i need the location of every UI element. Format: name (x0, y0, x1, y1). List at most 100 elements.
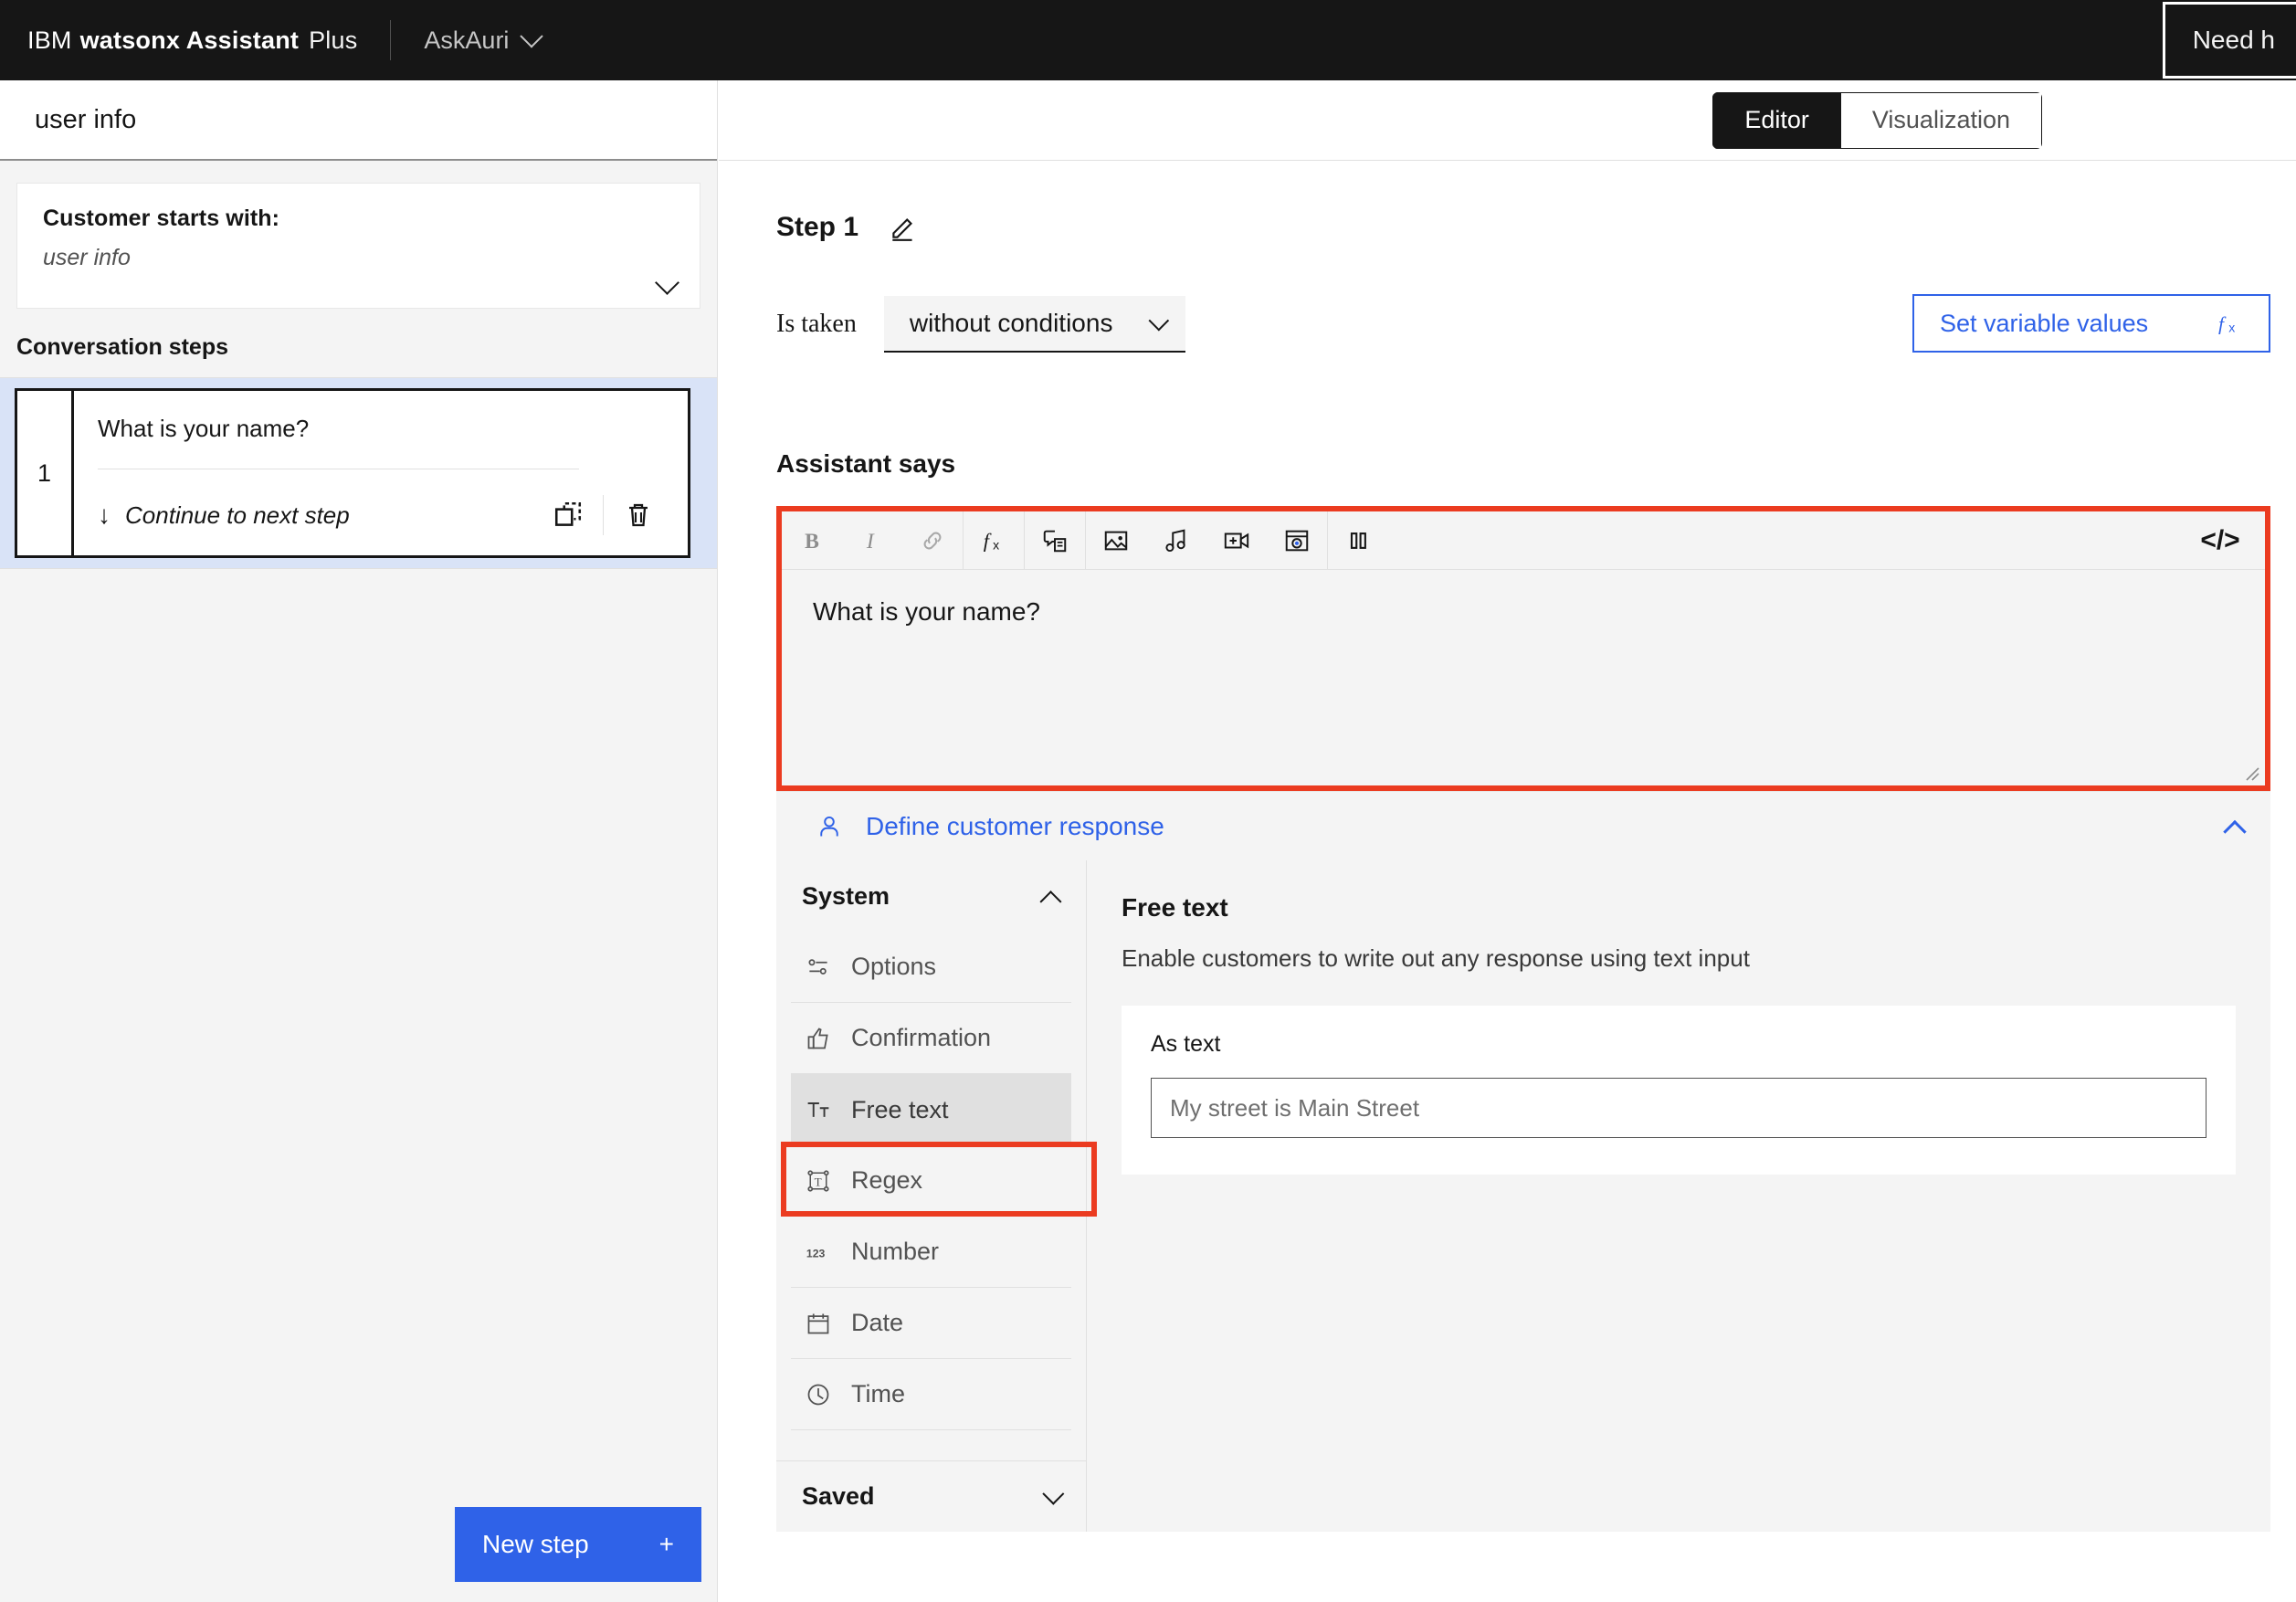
customer-starts-card[interactable]: Customer starts with: user info (16, 183, 700, 309)
code-view-icon[interactable]: </> (2190, 511, 2250, 570)
pause-icon[interactable] (1328, 511, 1388, 570)
new-step-label: New step (482, 1530, 589, 1558)
response-type-time[interactable]: Time (791, 1359, 1071, 1430)
regex-icon: T (806, 1168, 831, 1194)
user-icon (816, 813, 842, 840)
saved-group-label: Saved (802, 1482, 875, 1510)
calendar-icon (806, 1311, 831, 1336)
response-type-options[interactable]: Options (791, 932, 1071, 1003)
page-title: Step 1 (776, 212, 859, 242)
customer-starts-value: user info (43, 245, 131, 270)
svg-text:x: x (993, 537, 999, 552)
new-step-container: New step + (0, 1507, 718, 1602)
condition-value: without conditions (909, 309, 1113, 337)
pencil-icon[interactable] (888, 212, 919, 243)
options-icon (806, 954, 831, 980)
step-actions (542, 490, 664, 541)
system-items: Options Confirmation Free text T Regex 1… (776, 932, 1086, 1460)
chevron-up-icon (1039, 890, 1062, 912)
header-divider (390, 20, 392, 60)
tab-editor[interactable]: Editor (1712, 91, 1841, 149)
step-footer: ↓ Continue to next step (98, 490, 664, 541)
svg-text:f: f (2218, 313, 2227, 335)
step-card-body: What is your name? ↓ Continue to next st… (74, 391, 688, 555)
product-name: watsonx Assistant (79, 26, 300, 54)
response-type-number[interactable]: 123 Number (791, 1217, 1071, 1288)
response-type-date[interactable]: Date (791, 1288, 1071, 1359)
svg-text:x: x (2228, 320, 2235, 334)
system-group-header[interactable]: System (776, 860, 1086, 932)
step-list-item-1[interactable]: 1 What is your name? ↓ Continue to next … (0, 378, 717, 569)
response-type-label: Date (851, 1309, 904, 1336)
image-icon[interactable] (1086, 511, 1146, 570)
new-step-button[interactable]: New step + (455, 1507, 701, 1582)
response-type-label: Confirmation (851, 1024, 992, 1051)
editor-visualization-toggle: Editor Visualization (1712, 91, 2042, 149)
audio-icon[interactable] (1146, 511, 1206, 570)
detail-title: Free text (1122, 893, 1228, 922)
need-help-button[interactable]: Need h (2162, 2, 2296, 79)
define-customer-response-link[interactable]: Define customer response (816, 812, 1164, 841)
step-number: 1 (17, 391, 74, 555)
as-text-card: As text My street is Main Street (1122, 1006, 2236, 1175)
set-variable-values-button[interactable]: Set variable values fx (1912, 294, 2270, 353)
detail-description: Enable customers to write out any respon… (1122, 944, 1750, 972)
step-header: Step 1 (776, 212, 2296, 243)
response-type-free-text[interactable]: Free text (791, 1074, 1071, 1145)
tab-visualization[interactable]: Visualization (1840, 91, 2042, 149)
chevron-down-icon[interactable] (655, 270, 679, 295)
assistant-says-text: What is your name? (813, 597, 1040, 626)
chevron-up-icon[interactable] (2223, 819, 2247, 843)
fx-icon: fx (2217, 310, 2245, 337)
copy-icon[interactable] (542, 490, 594, 541)
trash-icon[interactable] (613, 490, 664, 541)
system-group-label: System (802, 881, 890, 910)
response-type-label: Options (851, 953, 937, 980)
chevron-down-icon (1148, 310, 1170, 332)
thumbs-up-icon (806, 1026, 831, 1051)
conversation-steps-header: Conversation steps (0, 329, 717, 378)
link-icon[interactable] (902, 511, 963, 570)
assistant-selector[interactable]: AskAuri (424, 25, 544, 55)
step-card[interactable]: 1 What is your name? ↓ Continue to next … (15, 388, 690, 558)
assistant-says-textarea[interactable]: What is your name? (782, 570, 2265, 785)
svg-text:I: I (866, 529, 875, 553)
assistant-says-label: Assistant says (776, 449, 956, 478)
conversational-search-icon[interactable] (1025, 511, 1085, 570)
editor-content: Step 1 Is taken without conditions Set v… (719, 161, 2296, 1602)
svg-text:123: 123 (806, 1247, 826, 1259)
customer-starts-label: Customer starts with: (43, 206, 280, 231)
clock-icon (806, 1382, 831, 1407)
customer-starts-section: Customer starts with: user info (0, 161, 717, 329)
resize-handle[interactable] (2241, 763, 2259, 781)
bold-icon[interactable]: B (782, 511, 842, 570)
chevron-down-icon (1042, 1482, 1065, 1505)
video-icon[interactable] (1206, 511, 1267, 570)
assistant-name: AskAuri (424, 26, 510, 54)
response-type-label: Number (851, 1238, 940, 1265)
rich-text-editor: B I fx </> What is your name? (782, 511, 2265, 785)
toolbar-group-variable: fx (964, 511, 1024, 570)
response-type-confirmation[interactable]: Confirmation (791, 1003, 1071, 1074)
editor-toolbar: B I fx </> (782, 511, 2265, 570)
response-type-panel: System Options Confirmation Free text T … (776, 860, 2270, 1532)
flow-title-input[interactable]: user info (0, 80, 717, 161)
as-text-input[interactable]: My street is Main Street (1151, 1078, 2206, 1138)
condition-label: Is taken (776, 310, 857, 338)
chevron-down-icon (520, 25, 544, 48)
define-customer-response-row[interactable]: Define customer response (776, 791, 2270, 860)
define-customer-response-label: Define customer response (866, 811, 1164, 840)
action-divider (603, 495, 604, 535)
italic-icon[interactable]: I (842, 511, 902, 570)
iframe-icon[interactable] (1267, 511, 1327, 570)
rich-text-editor-highlight: B I fx </> What is your name? (776, 506, 2270, 791)
response-type-regex[interactable]: T Regex (791, 1145, 1071, 1217)
plan-badge: Plus (309, 26, 358, 54)
step-message-text: What is your name? (98, 415, 310, 442)
condition-dropdown[interactable]: without conditions (883, 296, 1186, 353)
saved-group-header[interactable]: Saved (776, 1460, 1086, 1532)
number-123-icon: 123 (806, 1239, 831, 1265)
variable-fx-icon[interactable]: fx (964, 511, 1024, 570)
as-text-label: As text (1151, 1031, 1221, 1057)
product-brand: IBM watsonx Assistant Plus (0, 26, 357, 55)
